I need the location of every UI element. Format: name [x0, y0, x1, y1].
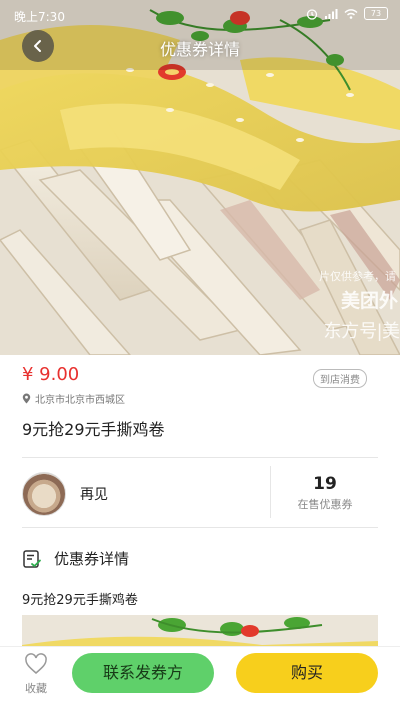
buy-button[interactable]: 购买	[236, 653, 378, 693]
divider	[22, 527, 378, 528]
checklist-icon	[23, 549, 41, 568]
price: ¥ 9.00	[22, 364, 80, 385]
coupon-details-description: 9元抢29元手撕鸡卷	[22, 593, 138, 608]
alarm-icon	[306, 8, 318, 20]
battery-icon: 73	[364, 7, 388, 20]
coupon-count: 19	[313, 474, 337, 494]
status-time: 晚上7:30	[14, 10, 65, 24]
deal-title: 9元抢29元手撕鸡卷	[22, 420, 165, 439]
consumption-type-badge: 到店消费	[313, 369, 367, 388]
coupon-details-header: 优惠券详情	[22, 548, 129, 569]
shop-info[interactable]: 再见	[22, 472, 108, 516]
coupons-on-sale[interactable]: 19 在售优惠券	[272, 474, 378, 512]
wifi-icon	[344, 8, 358, 19]
contact-issuer-button[interactable]: 联系发券方	[72, 653, 214, 693]
status-icons: 73	[306, 7, 388, 20]
shop-name: 再见	[80, 487, 108, 503]
bottom-action-bar: 收藏 联系发券方 购买	[0, 646, 400, 712]
shop-avatar	[22, 472, 66, 516]
favorite-label: 收藏	[25, 682, 47, 695]
location-pin-icon	[22, 393, 31, 404]
coupon-details-title: 优惠券详情	[54, 550, 130, 568]
top-bar: 优惠券详情	[0, 30, 400, 62]
favorite-button[interactable]: 收藏	[18, 653, 54, 696]
coupon-count-label: 在售优惠券	[297, 498, 353, 511]
divider	[22, 457, 378, 458]
page-title: 优惠券详情	[159, 40, 240, 59]
heart-icon	[25, 653, 47, 674]
watermark-line-1: 片仅供参考，请	[319, 271, 396, 283]
watermark-line-2: 美团外	[340, 291, 398, 312]
image-watermark: 片仅供参考，请 美团外 东方号|美	[282, 268, 400, 343]
status-bar: 晚上7:30 73	[0, 0, 400, 30]
location-text: 北京市北京市西城区	[35, 395, 125, 406]
signal-icon	[325, 8, 338, 19]
location: 北京市北京市西城区	[22, 391, 125, 406]
watermark-line-3: 东方号|美	[323, 321, 400, 341]
vertical-divider	[270, 466, 271, 518]
